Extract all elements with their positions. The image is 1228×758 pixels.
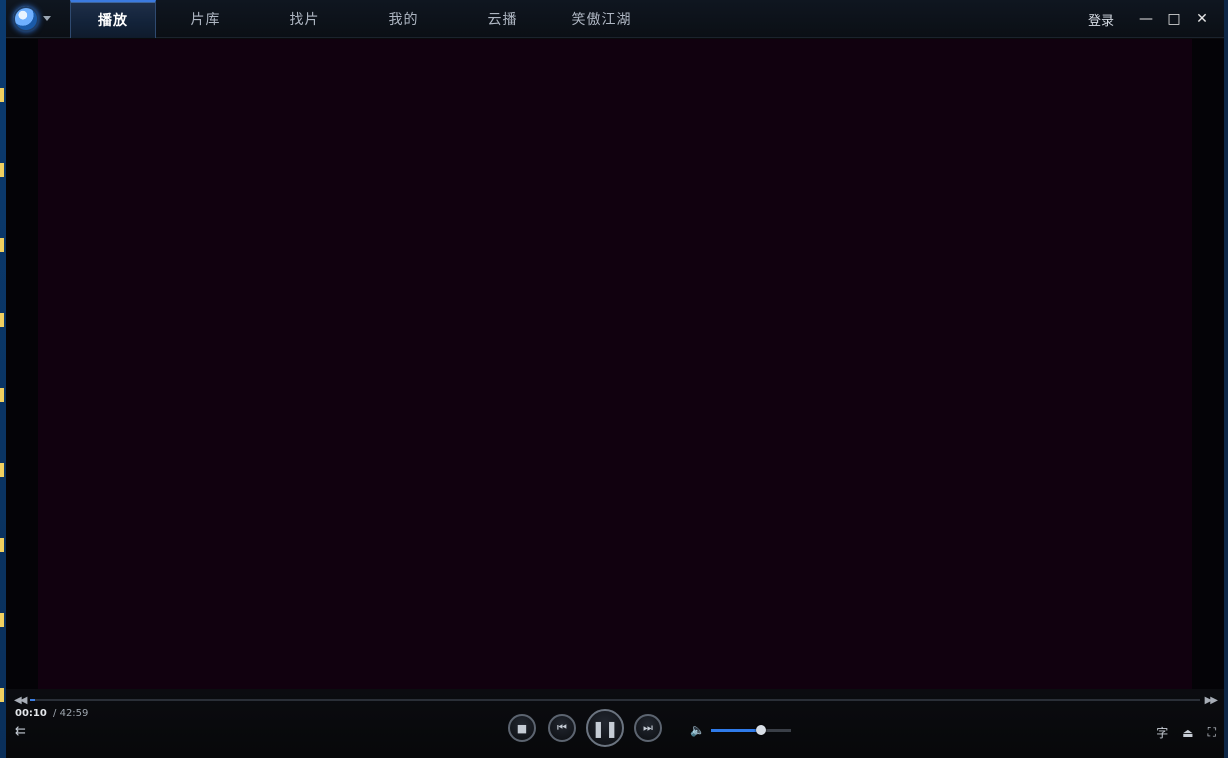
seek-back-icon[interactable]: ◀◀	[14, 695, 27, 706]
volume-icon[interactable]: 🔈	[690, 723, 705, 737]
main-tabs: 播放 片库 找片 我的 云播 笑傲江湖	[70, 0, 651, 38]
pause-button[interactable]: ❚❚	[586, 709, 624, 747]
desktop-marker	[0, 538, 4, 552]
title-actions: 登录 — □ ✕	[1088, 0, 1216, 38]
time-display: 00:10 / 42:59	[15, 708, 88, 719]
player-window: 播放 片库 找片 我的 云播 笑傲江湖 登录 — □ ✕ ◀◀ ▶▶ 00:10…	[0, 0, 1228, 758]
login-button[interactable]: 登录	[1088, 10, 1114, 29]
title-bar: 播放 片库 找片 我的 云播 笑傲江湖 登录 — □ ✕	[6, 0, 1224, 38]
stop-button[interactable]: ■	[508, 714, 536, 742]
volume-control: 🔈	[690, 723, 791, 737]
volume-slider[interactable]	[710, 724, 791, 735]
playback-controls: ■ ⏮ ❚❚ ⏭	[508, 709, 662, 747]
video-frame[interactable]	[38, 39, 1192, 689]
player-logo-icon[interactable]	[13, 6, 39, 32]
desktop-marker	[0, 163, 4, 177]
tab-current-title[interactable]: 笑傲江湖	[552, 0, 651, 38]
eject-icon[interactable]: ⏏	[1182, 726, 1193, 740]
chevron-down-icon[interactable]	[43, 16, 51, 21]
desktop-marker	[0, 463, 4, 477]
close-icon[interactable]: ✕	[1188, 5, 1216, 33]
minimize-icon[interactable]: —	[1132, 5, 1160, 33]
pause-icon: ❚❚	[591, 718, 619, 738]
fullscreen-icon[interactable]: ⛶	[1208, 725, 1216, 740]
seek-bar[interactable]	[30, 699, 1200, 701]
video-area[interactable]	[6, 39, 1224, 689]
seek-forward-icon[interactable]: ▶▶	[1205, 695, 1218, 706]
tab-library[interactable]: 片库	[156, 0, 255, 38]
volume-knob[interactable]	[755, 724, 766, 735]
desktop-marker	[0, 313, 4, 327]
next-button[interactable]: ⏭	[634, 714, 662, 742]
previous-button[interactable]: ⏮	[548, 714, 576, 742]
desktop-marker	[0, 688, 4, 702]
maximize-icon[interactable]: □	[1160, 5, 1188, 33]
total-time: / 42:59	[53, 708, 89, 719]
desktop-peek-right	[1224, 0, 1228, 758]
volume-level	[710, 728, 761, 732]
seek-progress	[30, 699, 35, 701]
stop-icon: ■	[516, 721, 528, 735]
tab-mine[interactable]: 我的	[354, 0, 453, 38]
tab-play[interactable]: 播放	[70, 0, 156, 38]
desktop-marker	[0, 613, 4, 627]
tab-find[interactable]: 找片	[255, 0, 354, 38]
current-time: 00:10	[15, 708, 47, 719]
subtitle-button[interactable]: 字	[1156, 724, 1168, 741]
right-tools: 字 ⏏ ⛶	[1142, 724, 1216, 741]
desktop-marker	[0, 88, 4, 102]
tab-cloud-play[interactable]: 云播	[453, 0, 552, 38]
next-icon: ⏭	[643, 721, 653, 734]
playlist-icon[interactable]: ⇇	[15, 724, 26, 739]
desktop-marker	[0, 388, 4, 402]
desktop-marker	[0, 238, 4, 252]
previous-icon: ⏮	[557, 721, 567, 734]
control-bar: ◀◀ ▶▶ 00:10 / 42:59 ⇇ ■ ⏮ ❚❚ ⏭ 🔈 字 ⏏ ⛶	[6, 689, 1224, 758]
